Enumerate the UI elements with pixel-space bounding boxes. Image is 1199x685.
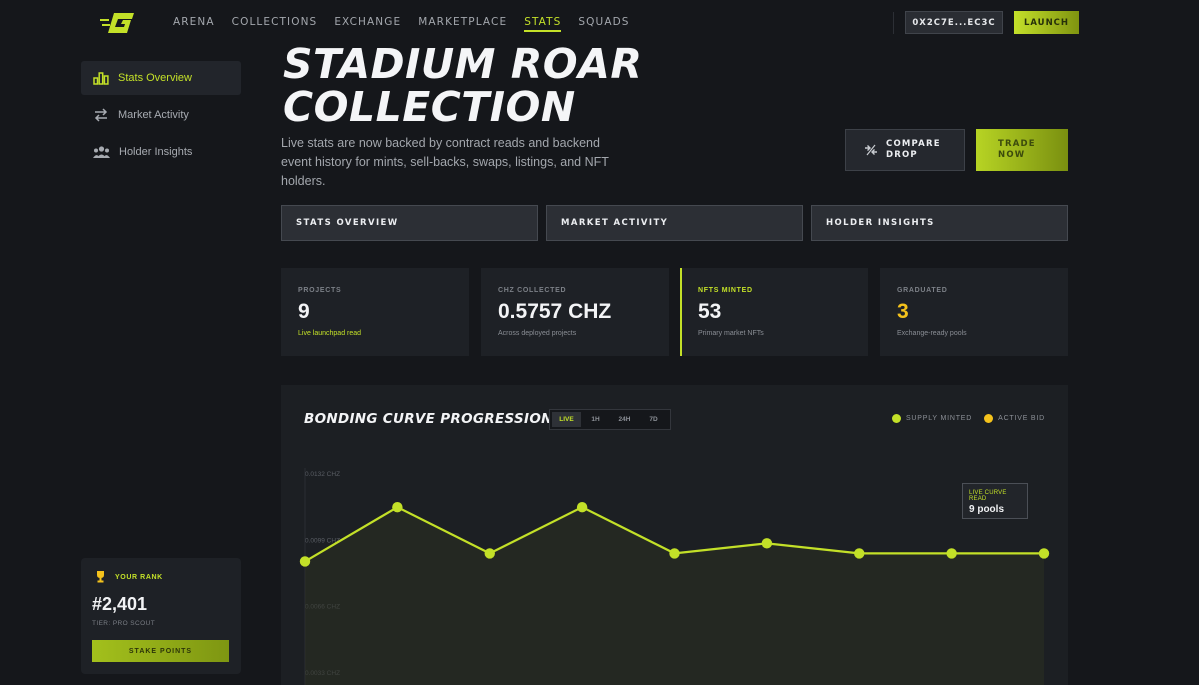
range-tab-24h[interactable]: 24H <box>610 412 639 427</box>
data-point-supply-minted <box>484 548 495 559</box>
stat-value: 0.5757 CHZ <box>498 300 612 323</box>
stat-value: 3 <box>897 300 909 323</box>
stat-card-chz-collected: CHZ COLLECTED 0.5757 CHZ Across deployed… <box>481 268 669 356</box>
legend-dot <box>984 414 994 423</box>
main-nav: ARENA COLLECTIONS EXCHANGE MARKETPLACE S… <box>173 0 630 44</box>
y-tick-label: 0.0132 CHZ <box>305 471 340 478</box>
data-point-supply-minted <box>854 548 865 559</box>
legend-dot <box>891 414 901 423</box>
sidebar-item-label: Stats Overview <box>118 72 192 84</box>
nav-collections[interactable]: COLLECTIONS <box>232 0 318 44</box>
stat-label: PROJECTS <box>298 287 342 294</box>
legend-label: SUPPLY MINTED <box>905 415 973 422</box>
page-title-line-2: COLLECTION <box>283 83 576 131</box>
series-area-supply-minted <box>305 507 1044 685</box>
chart-legend: SUPPLY MINTED ACTIVE BID <box>891 414 1045 423</box>
chart-range-selector: LIVE 1H 24H 7D <box>549 409 671 430</box>
nav-arena[interactable]: ARENA <box>173 0 215 44</box>
page-description: Live stats are now backed by contract re… <box>281 136 609 188</box>
nav-marketplace[interactable]: MARKETPLACE <box>418 0 507 44</box>
trade-label-line-2: NOW <box>998 150 1026 160</box>
stat-subtext: Primary market NFTs <box>698 330 764 337</box>
legend-label: ACTIVE BID <box>998 415 1045 422</box>
data-point-supply-minted <box>1038 548 1050 559</box>
launch-button[interactable]: LAUNCH <box>1014 11 1079 34</box>
stat-value: 53 <box>698 300 722 323</box>
trade-now-button[interactable]: TRADE NOW <box>976 129 1068 171</box>
brand-logo-icon[interactable] <box>100 11 136 35</box>
stat-subtext: Live launchpad read <box>298 330 362 337</box>
data-point-supply-minted <box>669 548 680 559</box>
stat-label: GRADUATED <box>897 287 948 294</box>
tab-stats-overview[interactable]: STATS OVERVIEW <box>281 205 538 241</box>
sidebar-item-label: Holder Insights <box>119 146 193 158</box>
data-point-supply-minted <box>576 501 588 513</box>
trade-label-line-1: TRADE <box>998 139 1036 149</box>
tooltip-label: LIVE CURVE READ <box>969 490 1007 502</box>
top-nav-bar: ARENA COLLECTIONS EXCHANGE MARKETPLACE S… <box>0 0 1199 44</box>
chart-tooltip: LIVE CURVE READ 9 pools <box>962 483 1028 519</box>
stat-subtext: Across deployed projects <box>498 330 577 337</box>
range-tab-live[interactable]: LIVE <box>552 412 581 427</box>
stat-subtext: Exchange-ready pools <box>897 330 967 337</box>
swap-arrows-icon <box>94 108 108 122</box>
tooltip-value: 9 pools <box>969 504 1005 515</box>
nav-divider <box>893 12 894 34</box>
stat-label: NFTS MINTED <box>698 287 753 294</box>
bonding-curve-chart-panel: 0.0132 CHZ0.0099 CHZ0.0066 CHZ0.0033 CHZ… <box>281 385 1068 685</box>
rank-card: YOUR RANK #2,401 TIER: PRO SCOUT STAKE P… <box>81 558 241 674</box>
stat-card-projects: PROJECTS 9 Live launchpad read <box>281 268 469 356</box>
data-point-supply-minted <box>392 501 403 513</box>
compare-drop-button[interactable]: COMPARE DROP <box>845 129 965 171</box>
page-title: STADIUM ROAR COLLECTION <box>283 43 703 129</box>
stat-value: 9 <box>298 300 310 323</box>
stat-card-nfts-minted: NFTS MINTED 53 Primary market NFTs <box>680 268 868 356</box>
legend-item-active-bid: ACTIVE BID <box>984 414 1045 423</box>
rank-label: YOUR RANK <box>115 574 163 581</box>
compare-label-line-2: DROP <box>886 150 918 160</box>
compare-label-line-1: COMPARE <box>886 139 941 149</box>
tab-market-activity[interactable]: MARKET ACTIVITY <box>546 205 803 241</box>
users-icon <box>93 146 110 158</box>
data-point-supply-minted <box>761 538 773 549</box>
data-point-supply-minted <box>299 556 311 567</box>
sidebar-item-stats-overview[interactable]: Stats Overview <box>81 61 241 95</box>
nav-exchange[interactable]: EXCHANGE <box>334 0 401 44</box>
rank-tier: TIER: PRO SCOUT <box>92 620 156 627</box>
stat-card-graduated: GRADUATED 3 Exchange-ready pools <box>880 268 1068 356</box>
sidebar-item-label: Market Activity <box>118 109 189 121</box>
bonding-curve-chart: 0.0132 CHZ0.0099 CHZ0.0066 CHZ0.0033 CHZ <box>299 468 1050 685</box>
bar-chart-icon <box>93 72 109 85</box>
chart-title: BONDING CURVE PROGRESSION <box>304 411 553 427</box>
sidebar-item-market-activity[interactable]: Market Activity <box>81 98 241 132</box>
range-tab-1h[interactable]: 1H <box>581 412 610 427</box>
compare-arrows-icon <box>865 144 877 156</box>
trophy-icon <box>97 571 104 583</box>
rank-value: #2,401 <box>92 594 148 614</box>
sidebar-item-holder-insights[interactable]: Holder Insights <box>81 135 241 169</box>
tab-holder-insights[interactable]: HOLDER INSIGHTS <box>811 205 1068 241</box>
range-tab-7d[interactable]: 7D <box>639 412 668 427</box>
nav-squads[interactable]: SQUADS <box>578 0 629 44</box>
legend-item-supply-minted: SUPPLY MINTED <box>891 414 973 423</box>
page-title-line-1: STADIUM ROAR <box>283 40 643 88</box>
nav-stats[interactable]: STATS <box>524 0 562 44</box>
wallet-address-button[interactable]: 0X2C7E...EC3C <box>905 11 1003 34</box>
stat-label: CHZ COLLECTED <box>498 287 567 294</box>
stake-points-button[interactable]: STAKE POINTS <box>92 640 229 662</box>
data-point-supply-minted <box>946 548 957 559</box>
